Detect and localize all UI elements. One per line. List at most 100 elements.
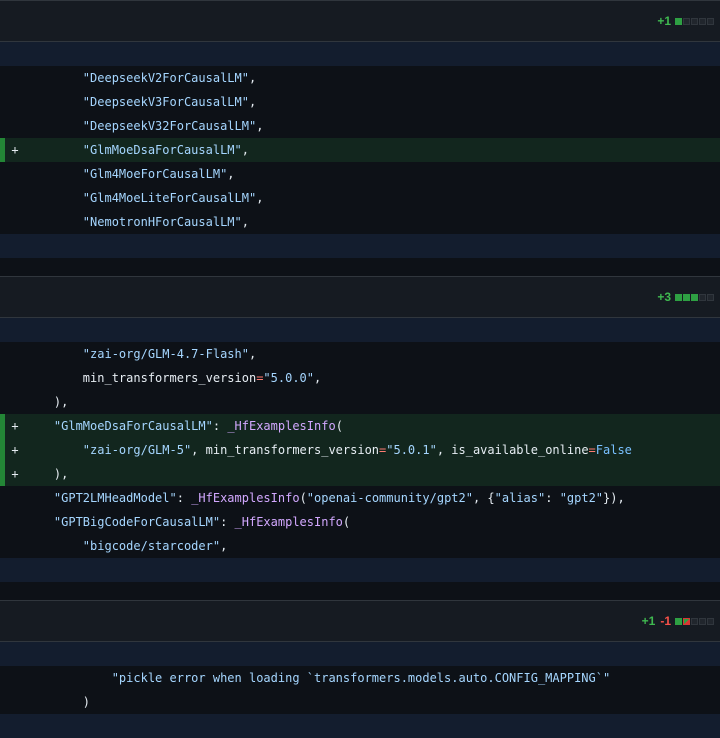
code-text: "GPT2LMHeadModel": _HfExamplesInfo("open… <box>25 491 720 505</box>
file-gap <box>0 582 720 600</box>
context-line: "pickle error when loading `transformers… <box>0 666 720 690</box>
line-gutter <box>0 210 5 234</box>
code-token: , <box>241 143 249 157</box>
code-token: , <box>256 119 264 133</box>
code-token: : <box>545 491 560 505</box>
additions-count: +3 <box>657 290 671 304</box>
line-gutter <box>0 366 5 390</box>
code-token: "zai-org/GLM-4.7-Flash" <box>82 347 249 361</box>
diffstat-square <box>675 617 682 625</box>
hunk-expander[interactable] <box>0 558 720 582</box>
line-gutter <box>0 510 5 534</box>
code-token: "GlmMoeDsaForCausalLM" <box>53 419 213 433</box>
file-gap <box>0 258 720 276</box>
added-line: + "GlmMoeDsaForCausalLM": _HfExamplesInf… <box>0 414 720 438</box>
code-token: : <box>212 419 228 433</box>
code-text: "Glm4MoeForCausalLM", <box>25 167 720 181</box>
line-gutter <box>0 486 5 510</box>
code-token: _HfExamplesInfo <box>227 419 336 433</box>
context-line: "Glm4MoeForCausalLM", <box>0 162 720 186</box>
diff-marker: + <box>11 143 19 157</box>
diffstat-square <box>707 17 714 25</box>
context-line: "GPT2LMHeadModel": _HfExamplesInfo("open… <box>0 486 720 510</box>
diffstat-square <box>675 17 682 25</box>
code-token: ( <box>299 491 307 505</box>
code-token: , <box>220 539 228 553</box>
diff-marker: + <box>11 443 19 457</box>
context-line: "Glm4MoeLiteForCausalLM", <box>0 186 720 210</box>
diffstat-bar <box>675 17 714 25</box>
code-token: , { <box>472 491 495 505</box>
diff-file: +3 "zai-org/GLM-4.7-Flash", min_transfor… <box>0 276 720 582</box>
file-header[interactable]: +1 -1 <box>0 601 720 642</box>
hunk-expander[interactable] <box>0 234 720 258</box>
code-text: "DeepseekV3ForCausalLM", <box>25 95 720 109</box>
code-token: : <box>176 491 192 505</box>
code-token: ( <box>335 419 343 433</box>
code-text: "GlmMoeDsaForCausalLM", <box>25 143 720 157</box>
hunk-expander[interactable] <box>0 42 720 66</box>
diff-file: +1 "DeepseekV2ForCausalLM", "DeepseekV3F… <box>0 0 720 258</box>
code-token: min_transformers_version <box>82 371 257 385</box>
code-token: "alias" <box>494 491 546 505</box>
code-text: ) <box>25 695 720 709</box>
code-token: "DeepseekV2ForCausalLM" <box>82 71 249 85</box>
file-header[interactable]: +1 <box>0 1 720 42</box>
code-text: "bigcode/starcoder", <box>25 539 720 553</box>
context-line: "DeepseekV32ForCausalLM", <box>0 114 720 138</box>
hunk-expander[interactable] <box>0 642 720 666</box>
context-line: ) <box>0 690 720 714</box>
context-line: "DeepseekV3ForCausalLM", <box>0 90 720 114</box>
added-line: + "GlmMoeDsaForCausalLM", <box>0 138 720 162</box>
diffstat-square <box>675 293 682 301</box>
code-token: "GlmMoeDsaForCausalLM" <box>82 143 242 157</box>
line-gutter <box>0 690 5 714</box>
line-gutter <box>0 186 5 210</box>
file-header[interactable]: +3 <box>0 277 720 318</box>
context-line: "bigcode/starcoder", <box>0 534 720 558</box>
code-token: "5.0.1" <box>386 443 437 457</box>
line-gutter <box>0 666 5 690</box>
diffstat-square <box>707 293 714 301</box>
code-token: , <box>248 71 257 85</box>
line-gutter <box>0 66 5 90</box>
code-token: "GPTBigCodeForCausalLM" <box>53 515 221 529</box>
diffstat-bar <box>675 617 714 625</box>
diff-view: +1 "DeepseekV2ForCausalLM", "DeepseekV3F… <box>0 0 720 738</box>
line-gutter <box>0 90 5 114</box>
code-token: = <box>588 443 596 457</box>
code-text: "GPTBigCodeForCausalLM": _HfExamplesInfo… <box>25 515 720 529</box>
hunk-expander[interactable] <box>0 318 720 342</box>
code-text: ), <box>25 395 720 409</box>
code-token: , <box>227 167 235 181</box>
diffstat-square <box>691 617 698 625</box>
code-token: "gpt2" <box>559 491 604 505</box>
diffstat-bar <box>675 293 714 301</box>
diffstat-square <box>683 293 690 301</box>
code-text: "pickle error when loading `transformers… <box>25 671 720 685</box>
code-token: ), <box>53 395 69 409</box>
code-token: , <box>248 347 257 361</box>
context-line: "zai-org/GLM-4.7-Flash", <box>0 342 720 366</box>
code-token: , min_transformers_version <box>191 443 380 457</box>
diffstat-square <box>691 17 698 25</box>
hunk-expander[interactable] <box>0 714 720 738</box>
code-token: , <box>241 215 249 229</box>
code-token: , <box>314 371 322 385</box>
code-token: "NemotronHForCausalLM" <box>82 215 242 229</box>
diffstat-square <box>699 617 706 625</box>
line-gutter <box>0 534 5 558</box>
code-text: "zai-org/GLM-5", min_transformers_versio… <box>25 443 720 457</box>
diffstat-square <box>683 17 690 25</box>
